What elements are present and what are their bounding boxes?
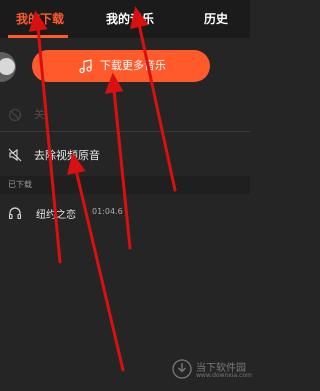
download-more-label: 下载更多音乐 (100, 59, 166, 72)
song-duration: 01:04.6 (92, 207, 123, 216)
divider (0, 131, 250, 132)
tab-my-downloads[interactable]: 我的下载 (0, 0, 80, 38)
faint-setting-text: 关 (34, 108, 45, 121)
song-title: 纽约之恋 (36, 210, 76, 221)
tab-history[interactable]: 历史 (186, 0, 246, 38)
remove-original-audio-label: 去除视频原音 (34, 149, 100, 162)
top-tab-bar: 我的下载 我的音乐 历史 (0, 0, 250, 38)
toggle-knob (0, 58, 15, 75)
download-more-music-button[interactable]: 下载更多音乐 (32, 50, 210, 82)
list-item[interactable]: 纽约之恋 01:04.6 (0, 198, 250, 228)
tab-my-music[interactable]: 我的音乐 (82, 0, 178, 38)
active-tab-indicator (8, 35, 68, 38)
disabled-icon (8, 108, 22, 122)
watermark: 当下软件园 www.downxia.com (172, 357, 252, 383)
downloaded-section-header: 已下载 (0, 176, 250, 194)
mute-icon (8, 148, 22, 162)
headphones-icon (8, 207, 22, 220)
section-title: 已下载 (8, 180, 32, 189)
music-note-icon (79, 59, 92, 74)
toggle-switch[interactable] (0, 52, 16, 82)
watermark-logo-icon (172, 359, 192, 379)
faint-setting-row: 关 (0, 100, 250, 128)
remove-original-audio-row[interactable]: 去除视频原音 (0, 140, 250, 170)
watermark-url: www.downxia.com (196, 372, 252, 379)
